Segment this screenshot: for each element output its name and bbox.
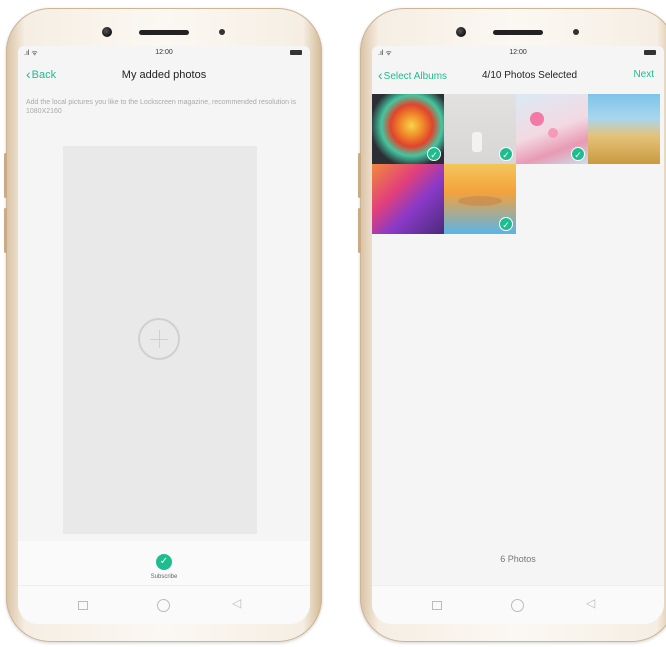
volume-button	[358, 153, 361, 198]
chevron-left-icon: ‹	[378, 67, 383, 83]
recents-square-icon[interactable]	[78, 601, 88, 610]
volume-button	[4, 153, 7, 198]
earpiece-speaker	[139, 30, 189, 35]
photo-thumbnail[interactable]: ✓	[516, 94, 588, 164]
checkmark-icon[interactable]: ✓	[571, 147, 585, 161]
navigation-bar: ‹Select Albums 4/10 Photos Selected Next	[372, 60, 664, 90]
boat-shape	[458, 196, 502, 206]
sensor-icon	[219, 29, 225, 35]
blossom-shape	[530, 112, 544, 126]
photo-count: 6 Photos	[500, 554, 536, 564]
system-nav-bar: ◁	[18, 585, 310, 624]
home-circle-icon[interactable]	[511, 599, 524, 612]
photo-thumbnail[interactable]	[372, 164, 444, 234]
select-albums-button[interactable]: ‹Select Albums	[378, 67, 448, 83]
checkmark-icon[interactable]: ✓	[499, 217, 513, 231]
front-camera-icon	[102, 27, 112, 37]
volume-button	[358, 208, 361, 253]
right-phone-frame: .ıl ᯤ 12:00 ‹Select Albums 4/10 Photos S…	[358, 8, 666, 642]
selection-count-title: 4/10 Photos Selected	[482, 70, 578, 81]
page-title: My added photos	[121, 69, 207, 81]
sensor-icon	[573, 29, 579, 35]
front-camera-icon	[456, 27, 466, 37]
status-time: 12:00	[155, 49, 173, 56]
subscribe-label: Subscribe	[150, 574, 178, 580]
navigation-bar: ‹Back My added photos	[18, 60, 310, 90]
left-phone-frame: .ıl ᯤ 12:00 ‹Back My added photos Add th…	[4, 8, 322, 642]
status-time: 12:00	[509, 49, 527, 56]
status-bar: .ıl ᯤ 12:00	[18, 46, 310, 60]
recents-square-icon[interactable]	[432, 601, 442, 610]
vase-shape	[472, 132, 482, 152]
plus-icon[interactable]	[138, 318, 180, 360]
add-photo-area[interactable]	[63, 146, 257, 534]
photo-thumbnail[interactable]: ✓	[444, 164, 516, 234]
photo-thumbnail[interactable]	[588, 94, 660, 164]
volume-button	[4, 208, 7, 253]
battery-icon	[644, 50, 656, 55]
status-bar: .ıl ᯤ 12:00	[372, 46, 664, 60]
checkmark-icon[interactable]: ✓	[499, 147, 513, 161]
right-screen: .ıl ᯤ 12:00 ‹Select Albums 4/10 Photos S…	[372, 46, 664, 624]
back-triangle-icon[interactable]: ◁	[232, 596, 241, 610]
select-albums-label: Select Albums	[383, 71, 448, 82]
hint-text: Add the local pictures you like to the L…	[26, 99, 297, 115]
battery-icon	[290, 50, 302, 55]
subscribe-checkmark-icon[interactable]: ✓	[156, 554, 172, 570]
photo-thumbnail[interactable]: ✓	[444, 94, 516, 164]
checkmark-icon[interactable]: ✓	[427, 147, 441, 161]
home-circle-icon[interactable]	[157, 599, 170, 612]
back-triangle-icon[interactable]: ◁	[586, 596, 595, 610]
blossom-shape	[548, 128, 558, 138]
photo-thumbnail[interactable]: ✓	[372, 94, 444, 164]
system-nav-bar: ◁	[372, 585, 664, 624]
left-screen: .ıl ᯤ 12:00 ‹Back My added photos Add th…	[18, 46, 310, 624]
next-button[interactable]: Next	[633, 69, 654, 80]
earpiece-speaker	[493, 30, 543, 35]
